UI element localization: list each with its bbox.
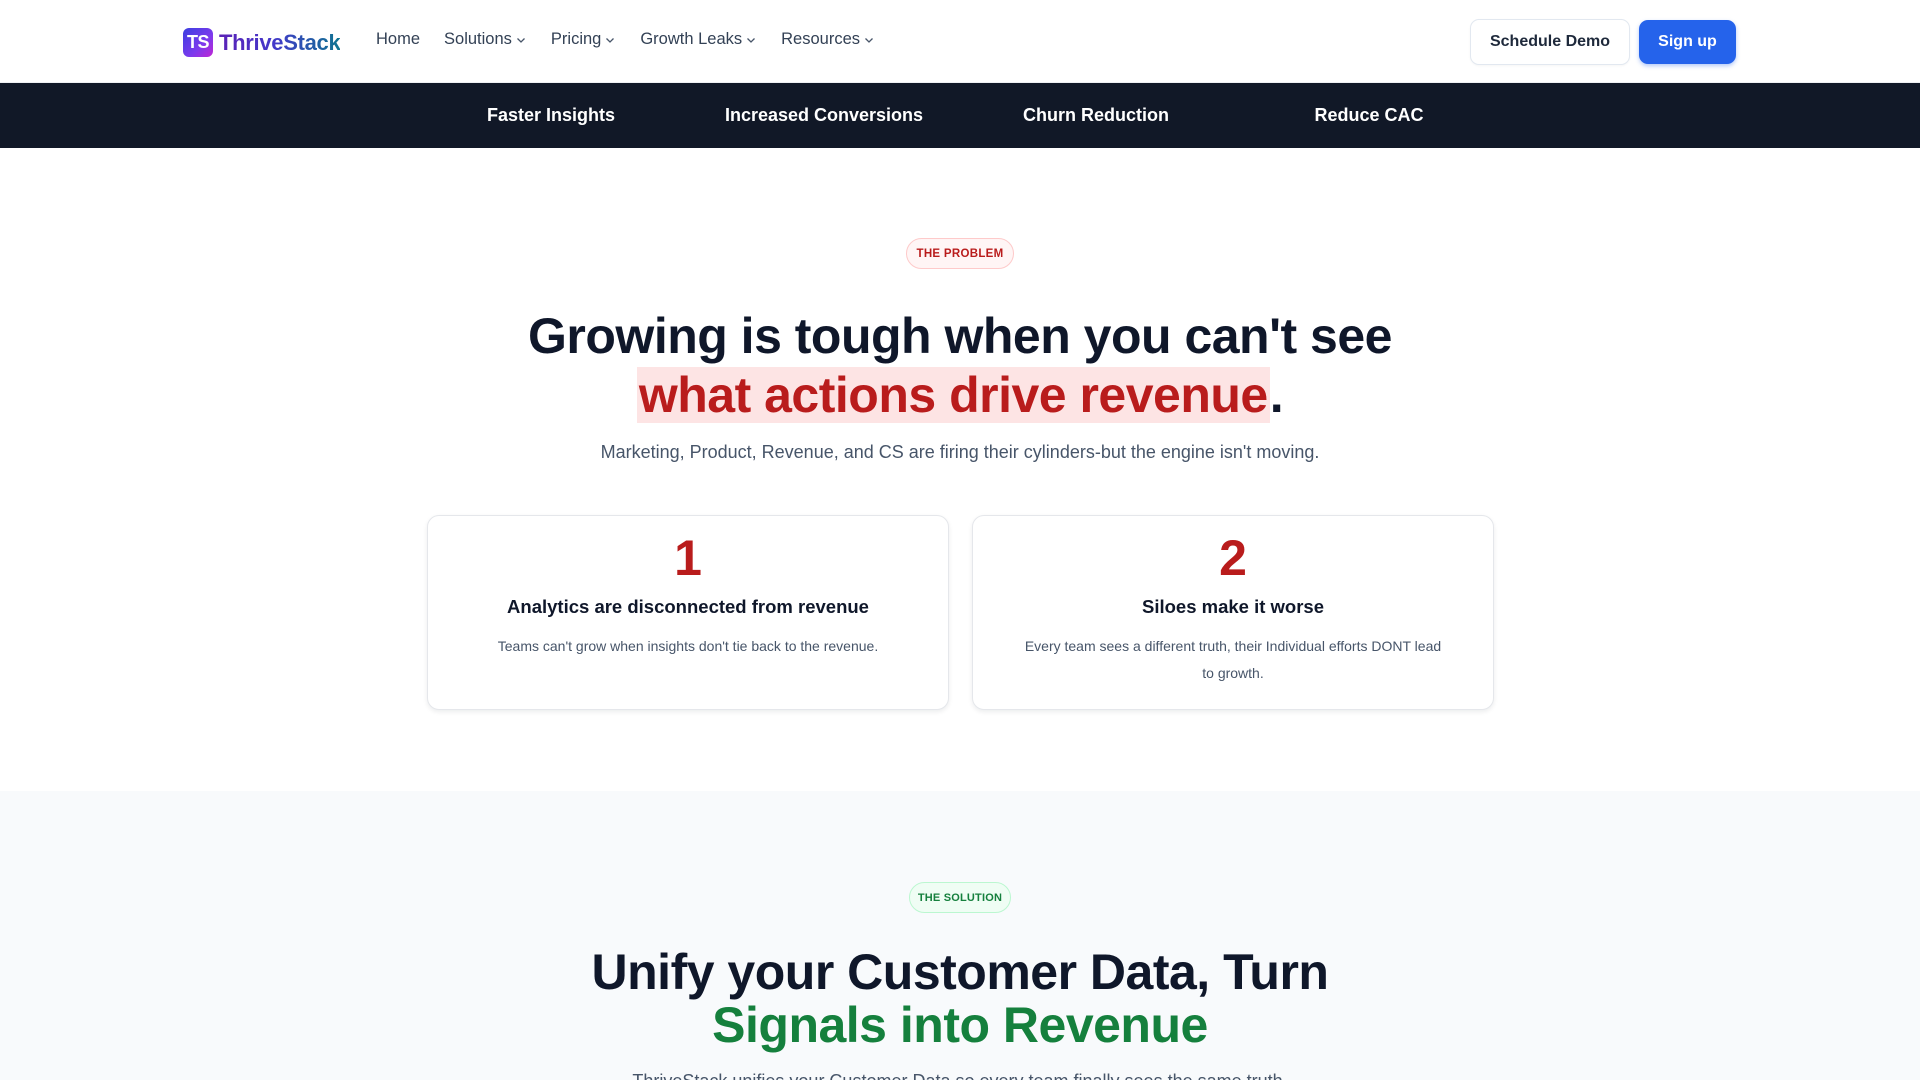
- nav-resources-label: Resources: [781, 30, 861, 48]
- problem-subtitle: Marketing, Product, Revenue, and CS are …: [600, 442, 1320, 462]
- nav-resources[interactable]: Resources: [781, 30, 875, 49]
- card-text: Teams can't grow when insights don't tie…: [497, 638, 879, 654]
- problem-card: 2 Siloes make it worse Every team sees a…: [972, 515, 1494, 710]
- card-number: 2: [1219, 530, 1247, 586]
- nav-home-label: Home: [376, 30, 421, 48]
- nav-growth-leaks-label: Growth Leaks: [640, 30, 743, 48]
- card-number: 1: [674, 530, 702, 586]
- nav-pricing-label: Pricing: [550, 30, 602, 48]
- logo[interactable]: TS ThriveStack: [183, 28, 341, 57]
- problem-heading-line1: Growing is tough when you can't see: [528, 308, 1392, 364]
- problem-heading-end: .: [1269, 367, 1284, 423]
- chevron-down-icon: [747, 37, 756, 43]
- chevron-down-icon: [865, 37, 873, 43]
- problem-heading-highlight: what actions drive revenue: [636, 367, 1270, 423]
- logo-mark-icon: TS: [183, 28, 213, 57]
- solution-heading-line2: Signals into Revenue: [712, 997, 1208, 1053]
- solution-section: THE SOLUTION Unify your Customer Data, T…: [0, 791, 1920, 1080]
- nav-solutions-label: Solutions: [444, 30, 512, 48]
- banner-item-increased-conversions[interactable]: Increased Conversions: [687, 83, 961, 148]
- nav-growth-leaks[interactable]: Growth Leaks: [640, 30, 757, 49]
- schedule-demo-button[interactable]: Schedule Demo: [1470, 19, 1630, 65]
- nav-pricing[interactable]: Pricing: [551, 30, 616, 49]
- nav-home[interactable]: Home: [376, 30, 420, 49]
- banner-item-faster-insights[interactable]: Faster Insights: [414, 83, 688, 148]
- card-title: Siloes make it worse: [1141, 596, 1324, 617]
- main-nav: Home Solutions Pricing Growth Leaks Reso…: [376, 30, 899, 49]
- solution-badge: THE SOLUTION: [909, 882, 1011, 913]
- logo-text: ThriveStack: [219, 29, 341, 55]
- sign-up-button[interactable]: Sign up: [1639, 20, 1736, 64]
- benefits-banner: Faster Insights Increased Conversions Ch…: [0, 83, 1920, 148]
- nav-solutions[interactable]: Solutions: [444, 30, 527, 49]
- card-title: Analytics are disconnected from revenue: [507, 596, 869, 617]
- problem-heading-line2: what actions drive revenue.: [0, 365, 1920, 425]
- problem-section: THE PROBLEM Growing is tough when you ca…: [0, 148, 1920, 791]
- banner-item-reduce-cac[interactable]: Reduce CAC: [1232, 83, 1506, 148]
- problem-card: 1 Analytics are disconnected from revenu…: [427, 515, 949, 710]
- solution-subtitle: ThriveStack unifies your Customer Data s…: [0, 1071, 1920, 1080]
- chevron-down-icon: [606, 37, 615, 43]
- site-header: TS ThriveStack Home Solutions Pricing Gr…: [0, 0, 1920, 83]
- problem-badge: THE PROBLEM: [906, 238, 1014, 269]
- chevron-down-icon: [516, 37, 525, 43]
- banner-item-churn-reduction[interactable]: Churn Reduction: [959, 83, 1233, 148]
- card-text: Every team sees a different truth, their…: [1024, 638, 1442, 681]
- solution-heading-line1: Unify your Customer Data, Turn: [591, 944, 1329, 1000]
